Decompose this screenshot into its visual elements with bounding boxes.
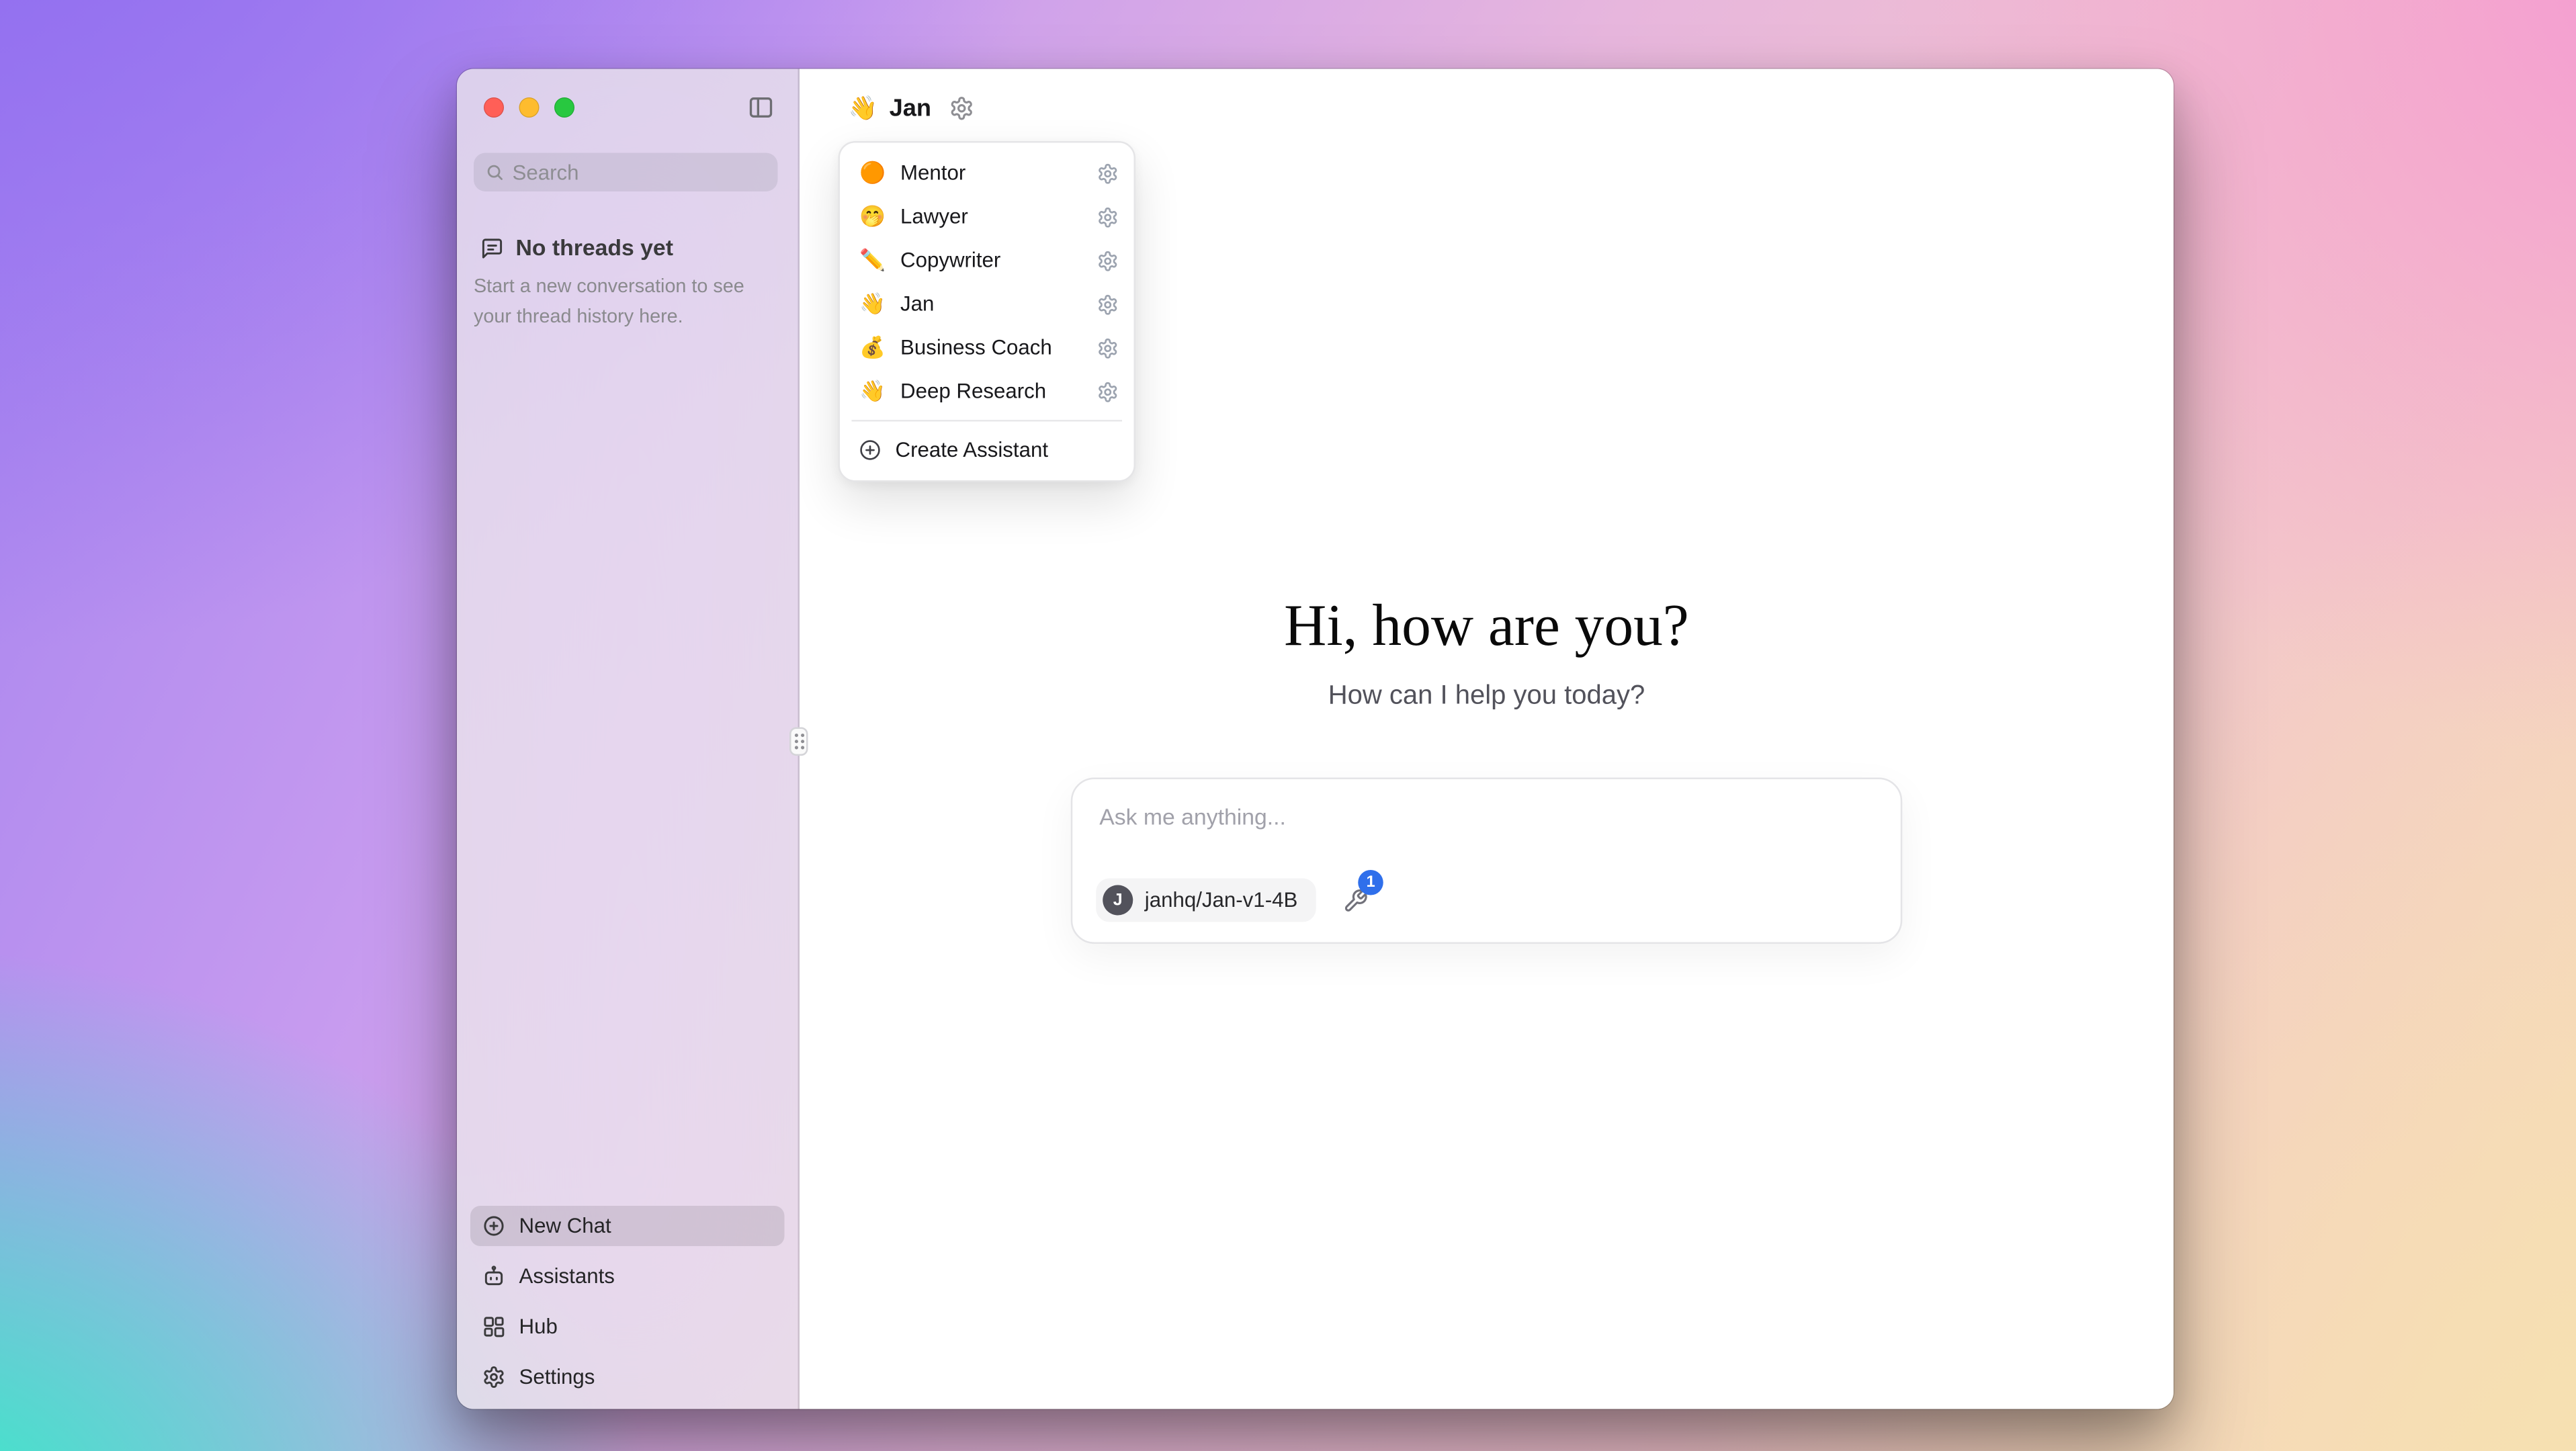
zoom-button[interactable] bbox=[554, 97, 574, 118]
composer-toolbar: J janhq/Jan-v1-4B 1 bbox=[1096, 879, 1368, 922]
grip-dots-icon bbox=[792, 732, 806, 751]
assistant-edit-button[interactable] bbox=[1097, 380, 1119, 402]
gear-icon bbox=[1097, 337, 1119, 359]
sidebar-item-assistants[interactable]: Assistants bbox=[470, 1256, 785, 1296]
gear-icon bbox=[1097, 293, 1119, 315]
create-assistant-button[interactable]: Create Assistant bbox=[849, 429, 1126, 472]
plus-circle-icon bbox=[482, 1215, 506, 1238]
assistant-emoji: 👋 bbox=[849, 94, 878, 123]
chat-composer: J janhq/Jan-v1-4B 1 bbox=[1071, 778, 1903, 944]
search-input[interactable] bbox=[474, 153, 778, 192]
assistant-edit-button[interactable] bbox=[1097, 206, 1119, 228]
business-coach-emoji-icon: 💰 bbox=[859, 335, 888, 361]
sidebar-item-hub[interactable]: Hub bbox=[470, 1307, 785, 1347]
gear-icon bbox=[1097, 162, 1119, 184]
gear-icon bbox=[950, 96, 976, 122]
menu-item-copywriter[interactable]: ✏️ Copywriter bbox=[849, 238, 1126, 282]
menu-item-label: Deep Research bbox=[900, 380, 1046, 403]
assistant-selector[interactable]: 👋 Jan bbox=[800, 69, 2174, 148]
menu-item-label: Mentor bbox=[900, 161, 965, 185]
sidebar-bottom-nav: New Chat Assistants Hub Settings bbox=[457, 1196, 798, 1409]
sidebar-toggle-button[interactable] bbox=[744, 91, 778, 124]
model-avatar: J bbox=[1103, 885, 1133, 916]
gear-icon bbox=[482, 1366, 506, 1389]
sidebar-item-label: Settings bbox=[519, 1366, 595, 1389]
gear-icon bbox=[1097, 380, 1119, 402]
minimize-button[interactable] bbox=[519, 97, 540, 118]
sidebar-item-settings[interactable]: Settings bbox=[470, 1357, 785, 1397]
sidebar-item-label: Hub bbox=[519, 1315, 558, 1339]
main-panel: 👋 Jan 🟠 Mentor 🤭 Lawyer bbox=[800, 69, 2174, 1409]
desktop-background: No threads yet Start a new conversation … bbox=[0, 0, 2576, 1451]
assistant-edit-button[interactable] bbox=[1097, 293, 1119, 315]
welcome-title: Hi, how are you? bbox=[800, 590, 2174, 664]
model-name: janhq/Jan-v1-4B bbox=[1145, 889, 1298, 912]
sidebar-item-label: New Chat bbox=[519, 1215, 611, 1238]
sidebar-item-new-chat[interactable]: New Chat bbox=[470, 1206, 785, 1246]
menu-item-label: Business Coach bbox=[900, 336, 1052, 359]
gear-icon bbox=[1097, 249, 1119, 271]
create-assistant-label: Create Assistant bbox=[896, 439, 1049, 462]
menu-separator bbox=[852, 420, 1123, 422]
model-selector[interactable]: J janhq/Jan-v1-4B bbox=[1096, 879, 1316, 922]
copywriter-emoji-icon: ✏️ bbox=[859, 247, 888, 274]
mentor-emoji-icon: 🟠 bbox=[859, 160, 888, 187]
window-controls bbox=[484, 97, 574, 118]
app-window: No threads yet Start a new conversation … bbox=[457, 69, 2174, 1409]
search-icon bbox=[486, 163, 505, 182]
empty-state-title: No threads yet bbox=[516, 235, 673, 261]
empty-state-description: Start a new conversation to see your thr… bbox=[474, 274, 775, 334]
menu-item-label: Copywriter bbox=[900, 249, 1000, 272]
menu-item-mentor[interactable]: 🟠 Mentor bbox=[849, 151, 1126, 195]
threads-empty-state: No threads yet Start a new conversation … bbox=[457, 191, 798, 334]
welcome-block: Hi, how are you? How can I help you toda… bbox=[800, 590, 2174, 717]
deep-research-emoji-icon: 👋 bbox=[859, 378, 888, 405]
sidebar-topbar bbox=[457, 69, 798, 146]
assistant-edit-button[interactable] bbox=[1097, 162, 1119, 184]
search-field bbox=[474, 153, 778, 192]
menu-item-deep-research[interactable]: 👋 Deep Research bbox=[849, 369, 1126, 413]
welcome-subtitle: How can I help you today? bbox=[800, 677, 2174, 717]
close-button[interactable] bbox=[484, 97, 504, 118]
panel-left-icon bbox=[748, 94, 775, 121]
lawyer-emoji-icon: 🤭 bbox=[859, 204, 888, 230]
menu-item-business-coach[interactable]: 💰 Business Coach bbox=[849, 326, 1126, 369]
hub-grid-icon bbox=[482, 1315, 506, 1339]
chat-bubble-icon bbox=[480, 236, 504, 259]
panel-resize-handle[interactable] bbox=[789, 728, 808, 756]
menu-item-lawyer[interactable]: 🤭 Lawyer bbox=[849, 195, 1126, 238]
assistant-edit-button[interactable] bbox=[1097, 249, 1119, 271]
sidebar-item-label: Assistants bbox=[519, 1265, 615, 1288]
menu-item-label: Lawyer bbox=[900, 205, 968, 228]
assistant-edit-button[interactable] bbox=[1097, 337, 1119, 359]
chat-input[interactable] bbox=[1072, 779, 1901, 830]
assistant-name: Jan bbox=[890, 95, 932, 122]
gear-icon bbox=[1097, 206, 1119, 228]
menu-item-jan[interactable]: 👋 Jan bbox=[849, 282, 1126, 326]
assistant-settings-button[interactable] bbox=[950, 96, 976, 122]
tools-count-badge: 1 bbox=[1358, 869, 1383, 895]
assistant-bot-icon bbox=[482, 1265, 506, 1288]
sidebar: No threads yet Start a new conversation … bbox=[457, 69, 800, 1409]
menu-item-label: Jan bbox=[900, 292, 934, 316]
jan-emoji-icon: 👋 bbox=[859, 291, 888, 318]
assistant-menu: 🟠 Mentor 🤭 Lawyer ✏️ Copywriter 👋 Jan bbox=[839, 141, 1136, 482]
plus-circle-icon bbox=[859, 439, 882, 462]
tools-button[interactable]: 1 bbox=[1343, 887, 1369, 913]
